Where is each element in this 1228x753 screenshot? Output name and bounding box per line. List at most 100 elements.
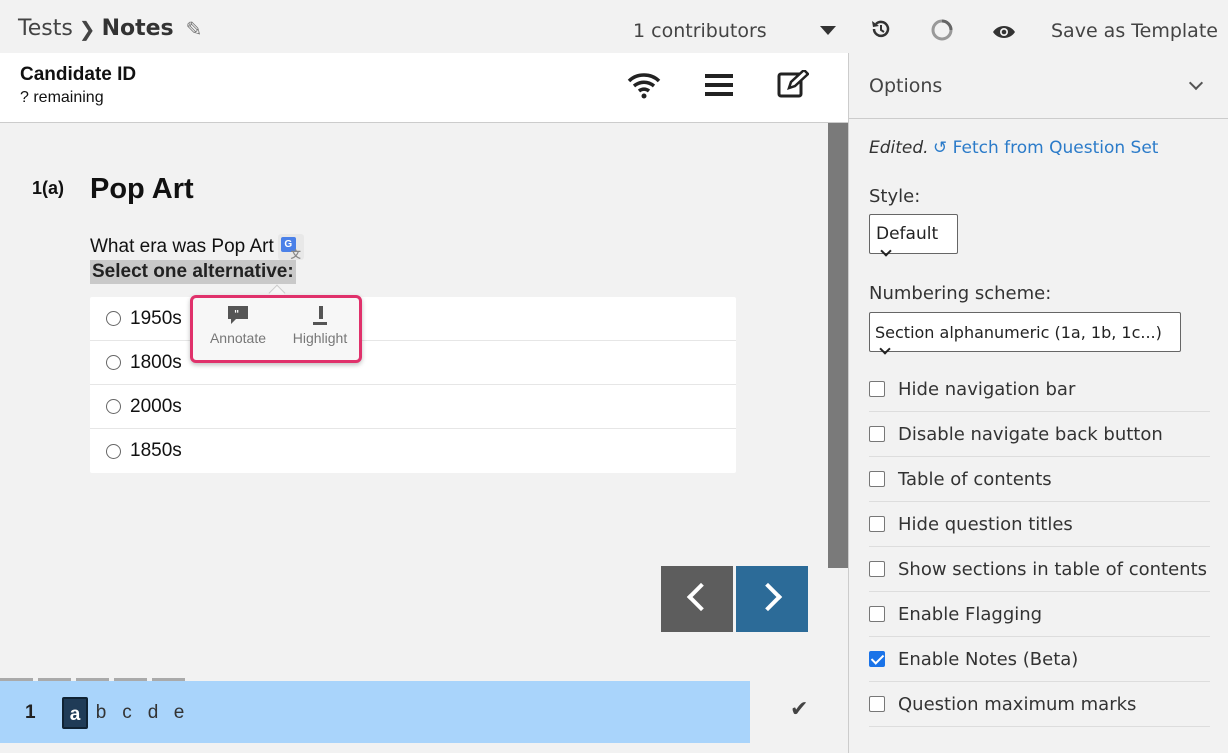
choice-item[interactable]: 1800s <box>90 341 736 385</box>
translate-icon[interactable]: G文 <box>277 234 304 261</box>
choice-label: 1800s <box>130 351 182 373</box>
checkbox[interactable] <box>869 561 885 577</box>
checkmark-icon: ✔ <box>790 697 809 722</box>
refresh-icon: ↺ <box>933 138 948 158</box>
question-text: What era was Pop Art G文 <box>90 234 304 261</box>
checkbox[interactable] <box>869 381 885 397</box>
candidate-bar: Candidate ID ? remaining <box>0 53 848 123</box>
option-label: Table of contents <box>898 468 1052 490</box>
radio-button[interactable] <box>106 355 121 370</box>
fetch-label: Fetch from Question Set <box>952 138 1159 158</box>
radio-button[interactable] <box>106 443 121 459</box>
option-label: Enable Notes (Beta) <box>898 648 1079 670</box>
quote-icon: " <box>203 306 273 330</box>
question-text-label: What era was Pop Art <box>90 236 274 257</box>
part-b[interactable]: b <box>88 697 114 729</box>
option-enable-notes[interactable]: Enable Notes (Beta) <box>869 637 1210 682</box>
options-header[interactable]: Options <box>849 53 1228 119</box>
fetch-from-question-set-link[interactable]: ↺ Fetch from Question Set <box>933 138 1158 158</box>
pencil-icon[interactable]: ✎ <box>186 17 203 41</box>
question-bar-number[interactable]: 1 <box>25 702 36 724</box>
option-hide-question-titles[interactable]: Hide question titles <box>869 502 1210 547</box>
choice-item[interactable]: 1950s <box>90 297 736 341</box>
contributors-dropdown[interactable]: 1 contributors <box>633 20 767 42</box>
svg-text:": " <box>234 309 239 320</box>
choice-item[interactable]: 1850s <box>90 429 736 473</box>
highlight-button[interactable]: Highlight <box>285 306 355 346</box>
option-hide-navigation-bar[interactable]: Hide navigation bar <box>869 367 1210 412</box>
choice-item[interactable]: 2000s <box>90 385 736 429</box>
chevron-left-icon <box>686 582 716 612</box>
part-e[interactable]: e <box>166 697 192 729</box>
option-label: Question maximum marks <box>898 693 1137 715</box>
option-label: Disable navigate back button <box>898 423 1163 445</box>
choice-label: 2000s <box>130 395 182 417</box>
question-title: Pop Art <box>90 173 194 205</box>
next-button[interactable] <box>736 566 808 632</box>
radio-button[interactable] <box>106 399 121 414</box>
numbering-select[interactable]: Section alphanumeric (1a, 1b, 1c...) <box>869 312 1181 355</box>
wifi-icon <box>627 71 661 103</box>
option-disable-navigate-back[interactable]: Disable navigate back button <box>869 412 1210 457</box>
edit-note-icon[interactable] <box>777 68 810 102</box>
checkbox[interactable] <box>869 471 885 487</box>
chevron-down-icon <box>880 245 892 257</box>
menu-icon[interactable] <box>705 74 733 100</box>
choice-label: 1950s <box>130 307 182 329</box>
top-bar: Tests ❯ Notes ✎ 1 contributors Save as T… <box>0 0 1228 53</box>
annotate-label: Annotate <box>209 330 267 346</box>
option-label: Show sections in table of contents <box>898 558 1208 580</box>
style-select[interactable]: Default <box>869 214 958 257</box>
style-label: Style: <box>869 186 921 207</box>
choice-label: 1850s <box>130 440 182 461</box>
checkbox[interactable] <box>869 426 885 442</box>
loading-icon[interactable] <box>930 18 954 48</box>
test-preview: Candidate ID ? remaining 1(a) Pop Art Wh… <box>0 53 848 753</box>
choice-list: 1950s 1800s 2000s 1850s <box>90 297 736 473</box>
question-navigation-bar: 1 a b c d e ✔ <box>0 678 848 753</box>
edited-label: Edited. <box>869 138 929 158</box>
history-icon[interactable] <box>870 18 892 46</box>
option-label: Hide navigation bar <box>898 378 1076 400</box>
option-label: Hide question titles <box>898 513 1073 535</box>
options-checklist: Hide navigation bar Disable navigate bac… <box>869 367 1210 727</box>
option-enable-flagging[interactable]: Enable Flagging <box>869 592 1210 637</box>
scrollbar-thumb[interactable] <box>828 123 848 568</box>
highlight-label: Highlight <box>292 330 348 346</box>
previous-button[interactable] <box>661 566 733 632</box>
checkbox-checked[interactable] <box>869 651 885 667</box>
chevron-right-icon <box>753 582 783 612</box>
page-title: Notes <box>101 16 174 41</box>
option-label: Enable Flagging <box>898 603 1043 625</box>
checkbox[interactable] <box>869 696 885 712</box>
question-area: 1(a) Pop Art What era was Pop Art G文 Sel… <box>0 123 828 678</box>
chevron-right-icon: ❯ <box>78 16 96 41</box>
dropdown-caret-icon[interactable] <box>820 26 836 35</box>
question-bar: 1 a b c d e <box>0 681 750 743</box>
instruction-highlighted[interactable]: Select one alternative: <box>90 260 296 284</box>
part-d[interactable]: d <box>140 697 166 729</box>
radio-button[interactable] <box>106 311 121 326</box>
numbering-value: Section alphanumeric (1a, 1b, 1c...) <box>875 323 1162 342</box>
selection-popup: " Annotate Highlight <box>190 295 362 363</box>
checkbox[interactable] <box>869 606 885 622</box>
option-question-maximum-marks[interactable]: Question maximum marks <box>869 682 1210 727</box>
part-a[interactable]: a <box>62 697 88 729</box>
finish-button[interactable]: ✔ <box>750 681 848 743</box>
chevron-down-icon <box>879 343 891 355</box>
style-value: Default <box>876 224 939 244</box>
breadcrumb-tests[interactable]: Tests <box>18 16 73 41</box>
eye-icon[interactable] <box>992 22 1016 47</box>
question-number: 1(a) <box>32 178 65 198</box>
option-table-of-contents[interactable]: Table of contents <box>869 457 1210 502</box>
part-c[interactable]: c <box>114 697 140 729</box>
option-show-sections[interactable]: Show sections in table of contents <box>869 547 1210 592</box>
chevron-down-icon[interactable] <box>1188 75 1204 91</box>
question-parts: a b c d e <box>62 697 192 729</box>
options-title: Options <box>869 75 943 97</box>
annotate-button[interactable]: " Annotate <box>203 306 273 346</box>
candidate-id: Candidate ID <box>20 64 137 85</box>
save-as-template-button[interactable]: Save as Template <box>1051 20 1218 42</box>
options-panel: Options Edited. ↺ Fetch from Question Se… <box>848 53 1228 753</box>
checkbox[interactable] <box>869 516 885 532</box>
